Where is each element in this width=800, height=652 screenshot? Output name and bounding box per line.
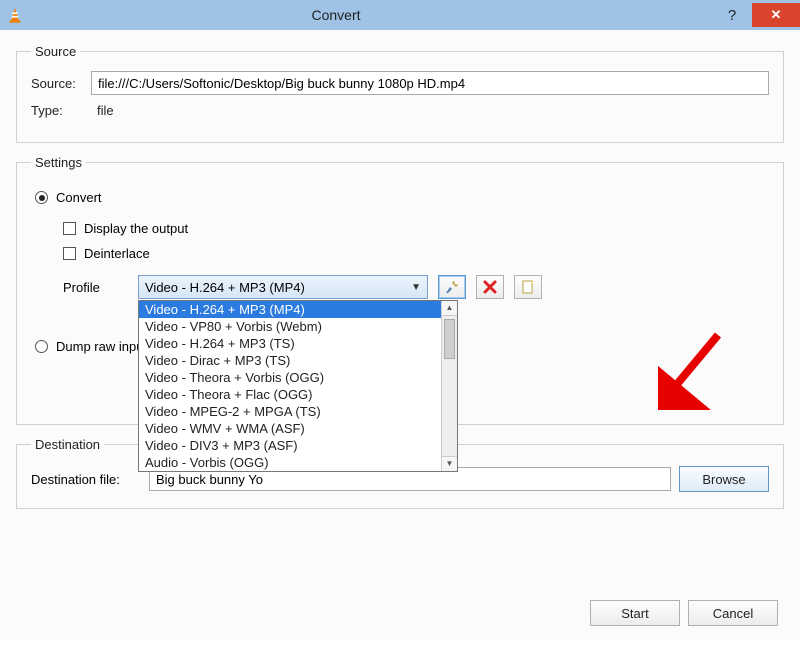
edit-profile-button[interactable] <box>438 275 466 299</box>
new-document-icon <box>520 279 536 295</box>
convert-radio[interactable] <box>35 191 48 204</box>
footer-buttons: Start Cancel <box>590 600 778 626</box>
deinterlace-checkbox[interactable] <box>63 247 76 260</box>
profile-option[interactable]: Video - Dirac + MP3 (TS) <box>139 352 441 369</box>
profile-option[interactable]: Video - Theora + Flac (OGG) <box>139 386 441 403</box>
source-legend: Source <box>31 44 80 59</box>
source-label: Source: <box>31 76 91 91</box>
settings-legend: Settings <box>31 155 86 170</box>
window-title: Convert <box>30 7 712 23</box>
title-bar: Convert ? ✕ <box>0 0 800 30</box>
settings-group: Settings Convert Display the output Dein… <box>16 155 784 425</box>
wrench-screwdriver-icon <box>444 279 460 295</box>
profile-dropdown-list: Video - H.264 + MP3 (MP4)Video - VP80 + … <box>138 300 458 472</box>
destination-legend: Destination <box>31 437 104 452</box>
convert-radio-label: Convert <box>56 190 102 205</box>
display-output-checkbox[interactable] <box>63 222 76 235</box>
type-value: file <box>91 103 114 118</box>
help-button[interactable]: ? <box>712 3 752 27</box>
dropdown-scrollbar[interactable] <box>441 301 457 471</box>
cancel-button[interactable]: Cancel <box>688 600 778 626</box>
profile-option[interactable]: Video - H.264 + MP3 (TS) <box>139 335 441 352</box>
dump-raw-radio[interactable] <box>35 340 48 353</box>
deinterlace-row[interactable]: Deinterlace <box>63 246 767 261</box>
profile-option[interactable]: Video - VP80 + Vorbis (Webm) <box>139 318 441 335</box>
x-delete-icon <box>482 279 498 295</box>
source-group: Source Source: Type: file <box>16 44 784 143</box>
delete-profile-button[interactable] <box>476 275 504 299</box>
profile-dropdown[interactable]: Video - H.264 + MP3 (MP4) ▼ Video - H.26… <box>138 275 428 299</box>
profile-option[interactable]: Video - MPEG-2 + MPGA (TS) <box>139 403 441 420</box>
profile-option[interactable]: Video - WMV + WMA (ASF) <box>139 420 441 437</box>
dump-raw-label: Dump raw input <box>56 339 147 354</box>
profile-label: Profile <box>63 280 128 295</box>
profile-option[interactable]: Video - Theora + Vorbis (OGG) <box>139 369 441 386</box>
display-output-row[interactable]: Display the output <box>63 221 767 236</box>
display-output-label: Display the output <box>84 221 188 236</box>
chevron-down-icon: ▼ <box>411 282 421 293</box>
close-button[interactable]: ✕ <box>752 3 800 27</box>
new-profile-button[interactable] <box>514 275 542 299</box>
start-button[interactable]: Start <box>590 600 680 626</box>
window-body: Source Source: Type: file Settings Conve… <box>0 30 800 640</box>
profile-option[interactable]: Audio - Vorbis (OGG) <box>139 454 441 471</box>
convert-radio-row[interactable]: Convert <box>35 190 767 205</box>
deinterlace-label: Deinterlace <box>84 246 150 261</box>
vlc-cone-icon <box>6 6 24 24</box>
destination-file-label: Destination file: <box>31 472 141 487</box>
profile-option[interactable]: Video - DIV3 + MP3 (ASF) <box>139 437 441 454</box>
profile-selected-text: Video - H.264 + MP3 (MP4) <box>145 280 305 295</box>
source-input[interactable] <box>91 71 769 95</box>
browse-button[interactable]: Browse <box>679 466 769 492</box>
type-label: Type: <box>31 103 91 118</box>
dropdown-scroll-thumb[interactable] <box>444 319 455 359</box>
profile-option[interactable]: Video - H.264 + MP3 (MP4) <box>139 301 441 318</box>
